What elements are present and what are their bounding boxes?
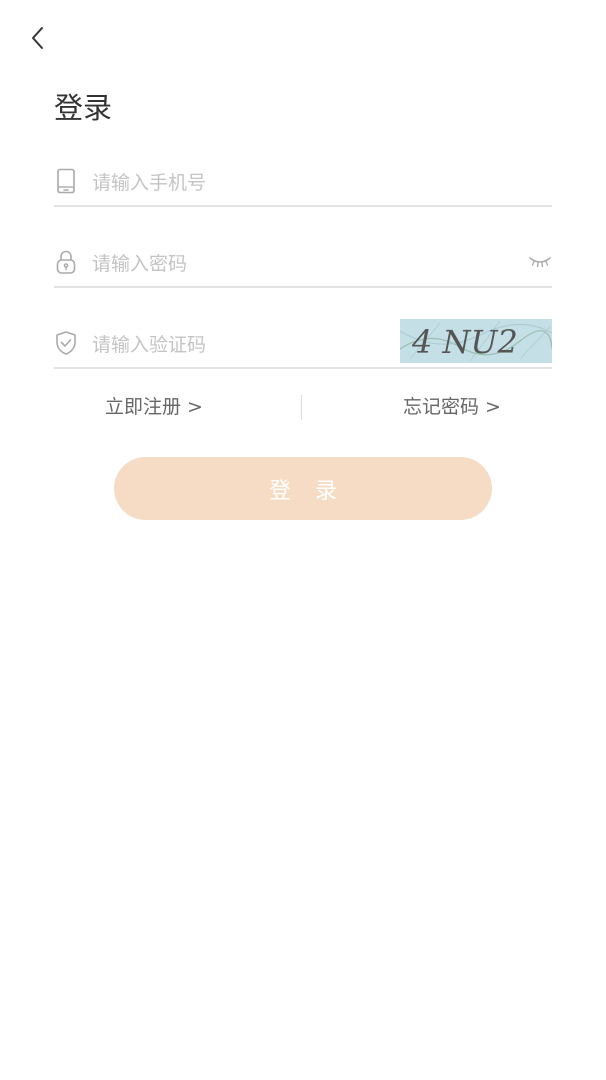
phone-field: [54, 159, 552, 207]
links-divider: [301, 395, 302, 420]
phone-icon: [54, 167, 78, 195]
page-title: 登录: [54, 91, 113, 125]
shield-check-icon: [54, 329, 78, 357]
back-button[interactable]: [22, 22, 54, 54]
phone-input[interactable]: [92, 167, 532, 199]
login-button[interactable]: 登录: [114, 457, 492, 520]
chevron-left-icon: [32, 27, 43, 49]
lock-icon: [54, 248, 78, 276]
password-input[interactable]: [92, 248, 492, 280]
register-link[interactable]: 立即注册 >: [54, 394, 254, 420]
password-visibility-toggle[interactable]: [528, 250, 552, 274]
captcha-input[interactable]: [92, 329, 392, 361]
captcha-text: 4 NU2: [411, 323, 518, 361]
captcha-image[interactable]: 4 NU2: [400, 319, 552, 363]
forgot-password-link[interactable]: 忘记密码 >: [352, 394, 552, 420]
auth-links: 立即注册 > 忘记密码 >: [54, 388, 552, 426]
password-field: [54, 240, 552, 288]
eye-closed-icon: [529, 257, 551, 268]
captcha-field: 4 NU2: [54, 319, 552, 369]
